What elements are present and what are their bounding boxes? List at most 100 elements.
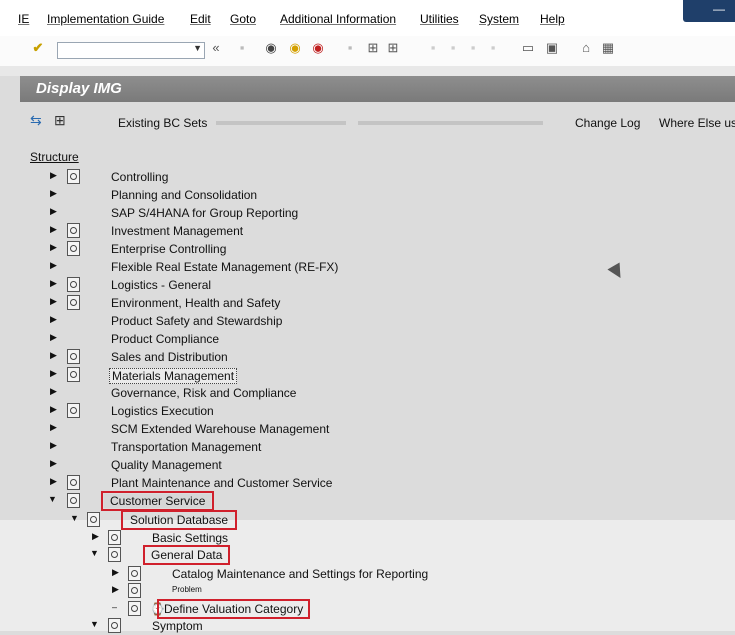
expand-triangle-icon[interactable]: ▶ [50,404,57,415]
expand-triangle-icon[interactable]: ▶ [50,278,57,289]
expand-triangle-icon[interactable]: ▶ [112,584,119,595]
tree-node-basic-settings[interactable]: ▶ Basic Settings [0,529,735,547]
expand-triangle-icon[interactable]: ▶ [50,314,57,325]
img-activity-icon[interactable] [67,241,80,256]
tree-node-logistics-execution[interactable]: ▶ Logistics Execution [0,402,735,420]
tree-node-ewm[interactable]: ▶ SCM Extended Warehouse Management [0,420,735,438]
window-controls[interactable]: — [683,0,735,22]
tree-node-plant-maintenance[interactable]: ▶ Plant Maintenance and Customer Service [0,474,735,492]
expand-triangle-icon[interactable]: ▶ [50,260,57,271]
img-activity-icon[interactable] [67,169,80,184]
print-icon[interactable]: ▪ [342,40,358,56]
menu-additional-information[interactable]: Additional Information [280,12,396,26]
tree-node-solution-database[interactable]: ▼ Solution Database [0,510,735,530]
img-activity-icon[interactable] [67,367,80,382]
tree-node-planning[interactable]: ▶ Planning and Consolidation [0,186,735,204]
img-activity-icon[interactable] [128,583,141,598]
img-activity-icon[interactable] [67,223,80,238]
help-icon[interactable]: ⌂ [578,40,594,56]
collapse-triangle-icon[interactable]: ▼ [90,548,99,558]
menu-implementation-guide[interactable]: Implementation Guide [47,12,164,26]
collapse-triangle-icon[interactable]: ▼ [90,619,99,629]
tree-node-enterprise-controlling[interactable]: ▶ Enterprise Controlling [0,240,735,258]
img-activity-icon[interactable] [128,566,141,581]
menu-system[interactable]: System [479,12,519,26]
tree-node-controlling[interactable]: ▶ Controlling [0,168,735,186]
img-activity-icon[interactable] [108,547,121,562]
command-input[interactable] [58,43,192,58]
expand-triangle-icon[interactable]: ▶ [50,224,57,235]
collapse-triangle-icon[interactable]: ▼ [48,494,57,504]
tree-node-investment[interactable]: ▶ Investment Management [0,222,735,240]
img-activity-icon[interactable] [108,530,121,545]
collapse-icon[interactable]: ⊞ [54,112,66,129]
minimize-icon[interactable]: — [713,2,725,16]
expand-triangle-icon[interactable]: ▶ [50,368,57,379]
tree-node-catalog-maintenance[interactable]: ▶ Catalog Maintenance and Settings for Re… [0,565,735,583]
enter-icon[interactable]: ✔ [30,40,46,56]
tree-node-define-valuation-category[interactable]: – ⌚ Define Valuation Category [0,599,735,619]
expand-triangle-icon[interactable]: ▶ [50,206,57,217]
command-field[interactable]: ▼ [57,42,205,59]
expand-triangle-icon[interactable]: ▶ [112,567,119,578]
tree-node-grc[interactable]: ▶ Governance, Risk and Compliance [0,384,735,402]
menu-utilities[interactable]: Utilities [420,12,459,26]
tree-node-symptom[interactable]: ▼ Symptom [0,617,735,635]
expand-triangle-icon[interactable]: ▶ [92,531,99,542]
tree-node-logistics-general[interactable]: ▶ Logistics - General [0,276,735,294]
first-page-icon[interactable]: ▪ [425,40,441,56]
tree-node-materials-management[interactable]: ▶ Materials Management [0,366,735,384]
expand-icon[interactable]: ⇆ [30,112,42,129]
next-page-icon[interactable]: ▪ [465,40,481,56]
menu-edit[interactable]: Edit [190,12,211,26]
img-activity-icon[interactable] [67,277,80,292]
img-activity-icon[interactable] [128,601,141,616]
tree-node-group-reporting[interactable]: ▶ SAP S/4HANA for Group Reporting [0,204,735,222]
existing-bc-sets-button[interactable]: Existing BC Sets [118,116,207,130]
img-activity-icon[interactable] [67,493,80,508]
expand-triangle-icon[interactable]: ▶ [50,350,57,361]
new-session-icon[interactable]: ▭ [520,40,536,56]
command-history-icon[interactable]: « [208,40,224,56]
back-icon[interactable]: ◉ [263,40,279,56]
cancel-icon[interactable]: ◉ [310,40,326,56]
menu-goto[interactable]: Goto [230,12,256,26]
change-log-button[interactable]: Change Log [575,116,640,130]
expand-triangle-icon[interactable]: ▶ [50,458,57,469]
exit-icon[interactable]: ◉ [287,40,303,56]
tree-node-quality[interactable]: ▶ Quality Management [0,456,735,474]
shortcut-icon[interactable]: ▣ [544,40,560,56]
tree-node-problem[interactable]: ▶ Problem [0,582,735,600]
tree-node-product-safety[interactable]: ▶ Product Safety and Stewardship [0,312,735,330]
img-activity-icon[interactable] [67,475,80,490]
expand-triangle-icon[interactable]: ▶ [50,422,57,433]
find-icon[interactable]: ⊞ [365,40,381,56]
expand-triangle-icon[interactable]: ▶ [50,386,57,397]
layout-icon[interactable]: ▦ [600,40,616,56]
menu-help[interactable]: Help [540,12,565,26]
prev-page-icon[interactable]: ▪ [445,40,461,56]
expand-triangle-icon[interactable]: ▶ [50,332,57,343]
img-activity-icon[interactable] [87,512,100,527]
tree-node-sales-distribution[interactable]: ▶ Sales and Distribution [0,348,735,366]
last-page-icon[interactable]: ▪ [485,40,501,56]
expand-triangle-icon[interactable]: ▶ [50,476,57,487]
expand-triangle-icon[interactable]: ▶ [50,296,57,307]
save-icon[interactable]: ▪ [234,40,250,56]
find-next-icon[interactable]: ⊞ [385,40,401,56]
img-activity-icon[interactable] [67,349,80,364]
tree-node-general-data[interactable]: ▼ General Data [0,545,735,565]
expand-triangle-icon[interactable]: ▶ [50,242,57,253]
img-activity-icon[interactable] [67,295,80,310]
expand-triangle-icon[interactable]: ▶ [50,440,57,451]
menu-ie[interactable]: IE [18,12,29,26]
where-used-button[interactable]: Where Else us [659,116,735,130]
tree-node-product-compliance[interactable]: ▶ Product Compliance [0,330,735,348]
img-activity-icon[interactable] [67,403,80,418]
tree-node-transportation[interactable]: ▶ Transportation Management [0,438,735,456]
expand-triangle-icon[interactable]: ▶ [50,188,57,199]
tree-node-customer-service[interactable]: ▼ Customer Service [0,491,735,511]
tree-node-ehs[interactable]: ▶ Environment, Health and Safety [0,294,735,312]
collapse-triangle-icon[interactable]: ▼ [70,513,79,523]
chevron-down-icon[interactable]: ▼ [193,43,202,53]
